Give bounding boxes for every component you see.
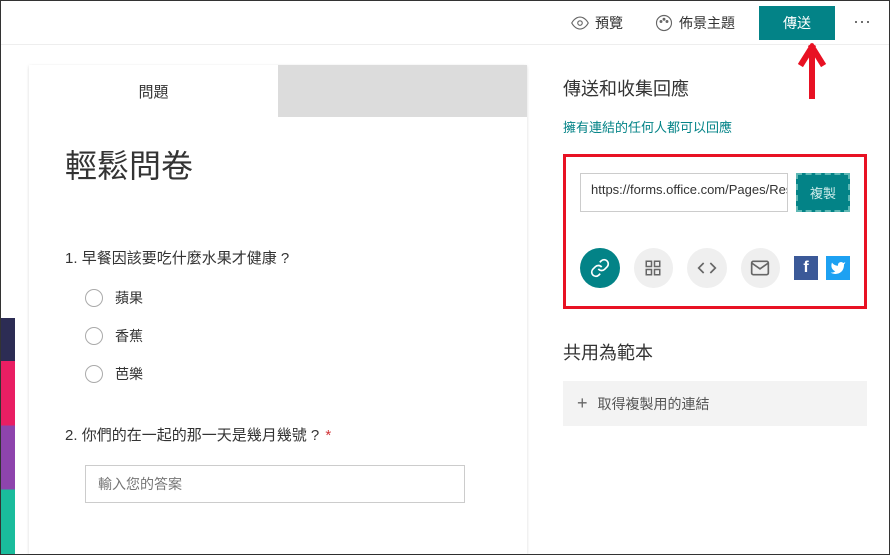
share-link-button[interactable] xyxy=(580,248,620,288)
form-tabs: 問題 xyxy=(29,65,527,117)
share-pane: 傳送和收集回應 擁有連結的任何人都可以回應 https://forms.offi… xyxy=(541,45,889,554)
option-2-label: 香蕉 xyxy=(115,326,143,346)
option-2[interactable]: 香蕉 xyxy=(65,326,491,346)
radio-icon xyxy=(85,327,103,345)
ellipsis-icon: ⋯ xyxy=(853,12,873,32)
preview-button[interactable]: 預覽 xyxy=(555,1,639,45)
form-body: 輕鬆問卷 1. 早餐因該要吃什麼水果才健康 ? 蘋果 香蕉 xyxy=(29,117,527,554)
required-mark: * xyxy=(325,427,331,444)
option-3[interactable]: 芭樂 xyxy=(65,364,491,384)
eye-icon xyxy=(571,14,589,32)
radio-icon xyxy=(85,289,103,307)
social-share: f xyxy=(794,256,850,280)
tab-questions-label: 問題 xyxy=(138,81,168,102)
share-qr-button[interactable] xyxy=(634,248,674,288)
theme-button[interactable]: 佈景主題 xyxy=(639,1,751,45)
more-button[interactable]: ⋯ xyxy=(843,1,883,45)
share-permission-text[interactable]: 擁有連結的任何人都可以回應 xyxy=(563,117,867,136)
url-row: https://forms.office.com/Pages/Respon 複製 xyxy=(580,173,850,212)
share-url-input[interactable]: https://forms.office.com/Pages/Respon xyxy=(580,173,788,212)
facebook-icon: f xyxy=(803,259,808,277)
plus-icon: + xyxy=(577,393,588,414)
template-section-title: 共用為範本 xyxy=(563,339,867,365)
template-link-label: 取得複製用的連結 xyxy=(598,394,710,414)
share-highlight-box: https://forms.office.com/Pages/Respon 複製 xyxy=(563,154,867,309)
link-icon xyxy=(590,258,610,278)
form-editor-pane: 問題 輕鬆問卷 1. 早餐因該要吃什麼水果才健康 ? 蘋果 xyxy=(1,45,541,554)
form-title[interactable]: 輕鬆問卷 xyxy=(65,141,491,187)
qr-icon xyxy=(644,259,662,277)
form-card: 問題 輕鬆問卷 1. 早餐因該要吃什麼水果才健康 ? 蘋果 xyxy=(29,65,527,554)
question-1-text: 1. 早餐因該要吃什麼水果才健康 ? xyxy=(65,247,491,268)
share-embed-button[interactable] xyxy=(687,248,727,288)
main-content: 問題 輕鬆問卷 1. 早餐因該要吃什麼水果才健康 ? 蘋果 xyxy=(1,45,889,554)
template-section: 共用為範本 + 取得複製用的連結 xyxy=(563,339,867,426)
radio-icon xyxy=(85,365,103,383)
preview-label: 預覽 xyxy=(595,13,623,33)
copy-button[interactable]: 複製 xyxy=(796,173,850,212)
option-1[interactable]: 蘋果 xyxy=(65,288,491,308)
top-toolbar: 預覽 佈景主題 傳送 ⋯ xyxy=(1,1,889,45)
question-2-text: 2. 你們的在一起的那一天是幾月幾號 ? * xyxy=(65,424,491,445)
option-1-label: 蘋果 xyxy=(115,288,143,308)
theme-label: 佈景主題 xyxy=(679,13,735,33)
mail-icon xyxy=(750,258,770,278)
tab-questions[interactable]: 問題 xyxy=(29,65,278,117)
decorative-strip xyxy=(1,125,15,554)
twitter-icon xyxy=(830,260,846,276)
tab-responses[interactable] xyxy=(278,65,527,117)
question-1[interactable]: 1. 早餐因該要吃什麼水果才健康 ? 蘋果 香蕉 芭樂 xyxy=(65,247,491,384)
send-label: 傳送 xyxy=(783,13,811,33)
option-3-label: 芭樂 xyxy=(115,364,143,384)
share-email-button[interactable] xyxy=(741,248,781,288)
code-icon xyxy=(697,258,717,278)
get-template-link-button[interactable]: + 取得複製用的連結 xyxy=(563,381,867,426)
share-method-icons: f xyxy=(580,248,850,288)
palette-icon xyxy=(655,14,673,32)
answer-input[interactable] xyxy=(85,465,465,503)
twitter-button[interactable] xyxy=(826,256,850,280)
facebook-button[interactable]: f xyxy=(794,256,818,280)
question-2[interactable]: 2. 你們的在一起的那一天是幾月幾號 ? * xyxy=(65,424,491,503)
arrow-annotation xyxy=(795,39,829,104)
send-button[interactable]: 傳送 xyxy=(759,6,835,40)
